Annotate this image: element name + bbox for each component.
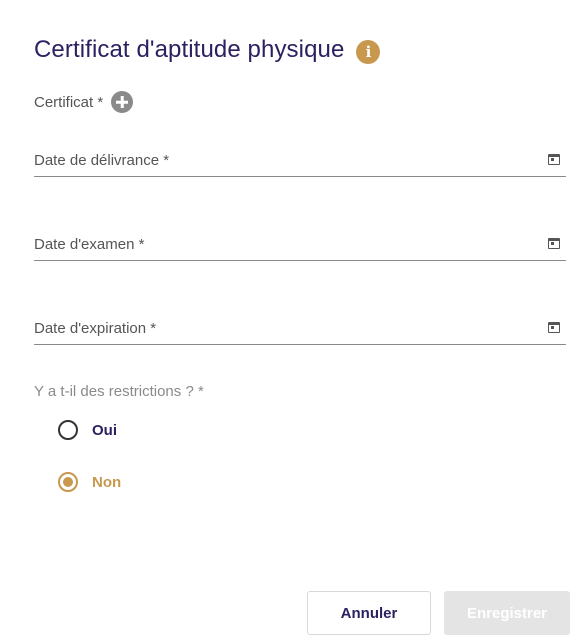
expiry-date-field[interactable]: Date d'expiration * <box>34 316 566 345</box>
expiry-date-label: Date d'expiration * <box>34 320 157 337</box>
radio-option-oui[interactable]: Oui <box>58 420 117 440</box>
cancel-button[interactable]: Annuler <box>307 591 431 635</box>
calendar-icon[interactable] <box>548 238 560 249</box>
radio-button-oui[interactable] <box>58 420 78 440</box>
certificate-dialog: Certificat d'aptitude physique i Certifi… <box>0 0 576 639</box>
title-row: Certificat d'aptitude physique i <box>34 36 381 64</box>
info-icon[interactable]: i <box>356 40 381 64</box>
radio-label-non: Non <box>92 473 122 491</box>
restrictions-question: Y a t-il des restrictions ? * <box>34 383 204 400</box>
save-button[interactable]: Enregistrer <box>444 591 570 635</box>
calendar-icon[interactable] <box>548 154 560 165</box>
certificate-row: Certificat * <box>34 91 134 113</box>
issue-date-label: Date de délivrance * <box>34 152 170 169</box>
calendar-icon[interactable] <box>548 322 560 333</box>
exam-date-field[interactable]: Date d'examen * <box>34 232 566 261</box>
issue-date-field[interactable]: Date de délivrance * <box>34 148 566 177</box>
radio-label-oui: Oui <box>92 421 117 439</box>
certificate-label: Certificat * <box>34 93 104 111</box>
add-certificate-icon[interactable] <box>111 91 134 113</box>
radio-option-non[interactable]: Non <box>58 472 121 492</box>
radio-button-non[interactable] <box>58 472 78 492</box>
dialog-title: Certificat d'aptitude physique <box>34 36 345 63</box>
exam-date-label: Date d'examen * <box>34 236 145 253</box>
